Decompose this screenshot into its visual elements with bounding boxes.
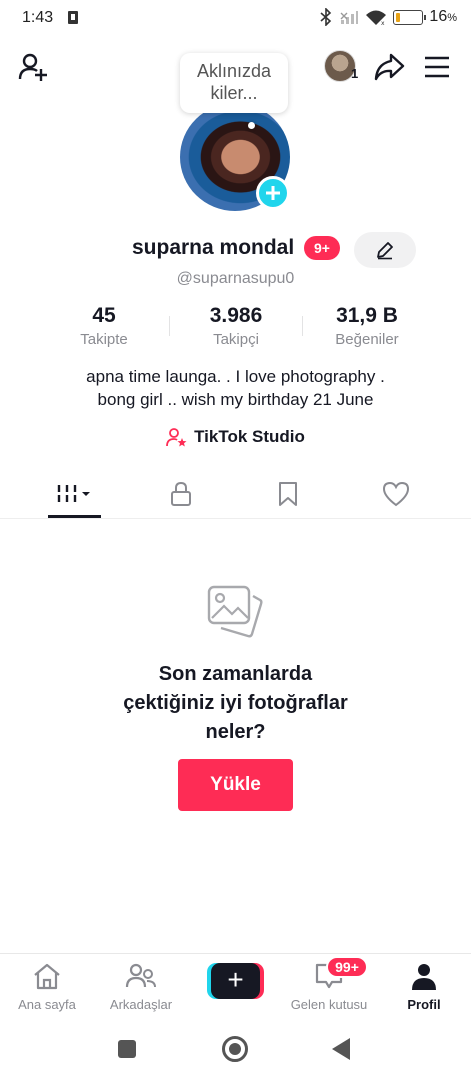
bio-line: apna time launga. . I love photography . xyxy=(86,367,385,386)
tiktok-studio-link[interactable]: TikTok Studio xyxy=(0,427,471,447)
battery-icon xyxy=(393,9,427,25)
bluetooth-icon xyxy=(320,8,332,26)
stat-followers[interactable]: 3.986 Takipçi xyxy=(171,304,301,348)
tab-liked[interactable] xyxy=(366,471,426,517)
profile-handle: @suparnasupu0 xyxy=(176,270,295,287)
tab-active-indicator xyxy=(48,515,101,518)
notification-badge[interactable]: 9+ xyxy=(304,236,340,260)
photos-icon xyxy=(206,584,264,647)
profile-name: suparna mondal xyxy=(132,236,295,259)
system-nav-bar xyxy=(0,1019,471,1080)
share-icon[interactable] xyxy=(372,50,406,84)
recent-apps-button[interactable] xyxy=(118,1040,136,1058)
stat-following[interactable]: 45 Takipte xyxy=(39,304,169,348)
svg-text:x: x xyxy=(381,20,385,26)
edit-profile-button[interactable] xyxy=(354,232,416,268)
plus-icon xyxy=(266,186,280,200)
profile-stats: 45 Takipte 3.986 Takipçi 31,9 B Beğenile… xyxy=(0,304,471,350)
back-button[interactable] xyxy=(332,1038,350,1060)
nav-friends[interactable]: Arkadaşlar xyxy=(94,962,188,1012)
friends-icon xyxy=(125,963,156,988)
add-user-icon[interactable] xyxy=(16,50,50,84)
menu-icon[interactable] xyxy=(422,52,452,82)
home-icon xyxy=(34,963,60,990)
tab-videos[interactable] xyxy=(45,471,105,517)
create-button[interactable]: + xyxy=(207,963,264,999)
profile-tabs xyxy=(0,471,471,519)
status-icons: x 16% xyxy=(319,8,457,26)
profile-bio: apna time launga. . I love photography .… xyxy=(0,365,471,411)
lock-icon xyxy=(171,481,191,506)
heart-icon xyxy=(382,481,410,507)
sim-card-icon xyxy=(68,11,78,24)
account-count: 1 xyxy=(351,66,359,81)
upload-button[interactable]: Yükle xyxy=(178,759,293,811)
tab-private[interactable] xyxy=(151,471,211,517)
bio-line: bong girl .. wish my birthday 21 June xyxy=(97,390,374,409)
tab-saved[interactable] xyxy=(258,471,318,517)
status-bar: 1:43 x 16% xyxy=(0,0,471,36)
inbox-badge: 99+ xyxy=(326,956,368,978)
stat-likes[interactable]: 31,9 B Beğeniler xyxy=(302,304,432,348)
note-bubble[interactable]: Aklınızda kiler... xyxy=(180,53,288,113)
stat-divider xyxy=(169,316,170,336)
nav-profile[interactable]: Profil xyxy=(377,962,471,1012)
status-time: 1:43 xyxy=(22,9,54,26)
home-button[interactable] xyxy=(222,1036,248,1062)
empty-state-title: Son zamanlarda çektiğiniz iyi fotoğrafla… xyxy=(123,663,348,743)
nav-home[interactable]: Ana sayfa xyxy=(0,962,94,1012)
bookmark-icon xyxy=(279,482,297,506)
videos-grid-icon xyxy=(57,485,90,503)
create-plus: + xyxy=(211,963,260,999)
pencil-icon xyxy=(377,242,393,260)
studio-user-star-icon xyxy=(166,428,187,447)
profile-icon xyxy=(412,964,436,990)
battery-percent: 16% xyxy=(429,8,457,25)
note-bubble-tail xyxy=(248,122,255,129)
signal-icon xyxy=(340,11,359,24)
bottom-nav: Ana sayfa Arkadaşlar + Gelen kutusu Prof… xyxy=(0,953,471,1019)
wifi-icon: x xyxy=(366,10,387,26)
add-avatar-button[interactable] xyxy=(256,176,290,210)
